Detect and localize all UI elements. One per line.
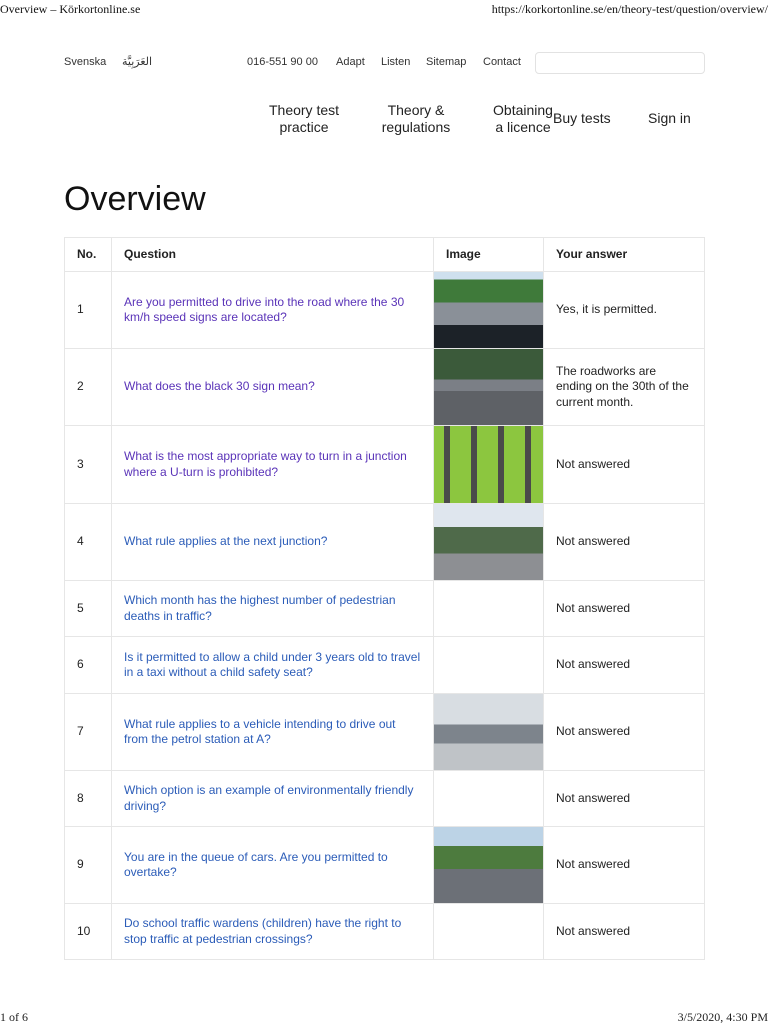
- lang-arabic-link[interactable]: العَرَبِيَّة: [122, 55, 152, 68]
- question-image: [434, 349, 543, 425]
- table-row: 4 What rule applies at the next junction…: [64, 503, 705, 581]
- nav-obtaining-licence[interactable]: Obtaining a licence: [492, 102, 554, 136]
- question-image: [434, 272, 543, 348]
- your-answer: Not answered: [543, 503, 705, 581]
- question-number: 3: [64, 425, 112, 504]
- print-datetime: 3/5/2020, 4:30 PM: [677, 1010, 768, 1024]
- contact-link[interactable]: Contact: [483, 56, 521, 68]
- table-row: 7 What rule applies to a vehicle intendi…: [64, 693, 705, 771]
- question-number: 8: [64, 770, 112, 827]
- question-number: 7: [64, 693, 112, 771]
- nav-label: practice: [279, 119, 329, 135]
- question-number: 9: [64, 826, 112, 904]
- col-header-answer: Your answer: [543, 237, 705, 272]
- question-link[interactable]: Which month has the highest number of pe…: [124, 593, 396, 623]
- your-answer: Not answered: [543, 826, 705, 904]
- question-number: 5: [64, 580, 112, 637]
- question-link[interactable]: Are you permitted to drive into the road…: [124, 295, 404, 325]
- your-answer: Not answered: [543, 425, 705, 504]
- your-answer: Not answered: [543, 636, 705, 694]
- listen-link[interactable]: Listen: [381, 56, 410, 68]
- overview-table: No. Question Image Your answer 1 Are you…: [64, 237, 705, 960]
- question-link[interactable]: Which option is an example of environmen…: [124, 783, 413, 813]
- col-header-image: Image: [433, 237, 544, 272]
- table-row: 6 Is it permitted to allow a child under…: [64, 636, 705, 694]
- question-link[interactable]: What is the most appropriate way to turn…: [124, 449, 407, 479]
- question-image: [434, 426, 543, 503]
- nav-sign-in[interactable]: Sign in: [648, 110, 691, 127]
- table-row: 2 What does the black 30 sign mean? The …: [64, 348, 705, 426]
- browser-url: https://korkortonline.se/en/theory-test/…: [491, 2, 768, 16]
- nav-theory-test-practice[interactable]: Theory test practice: [266, 102, 342, 136]
- nav-label: a licence: [495, 119, 551, 135]
- question-link[interactable]: Do school traffic wardens (children) hav…: [124, 916, 401, 946]
- col-header-no: No.: [64, 237, 112, 272]
- sitemap-link[interactable]: Sitemap: [426, 56, 466, 68]
- nav-label: Theory &: [387, 102, 445, 118]
- nav-theory-regulations[interactable]: Theory & regulations: [378, 102, 454, 136]
- question-number: 10: [64, 903, 112, 960]
- your-answer: Not answered: [543, 693, 705, 771]
- table-row: 9 You are in the queue of cars. Are you …: [64, 826, 705, 904]
- question-link[interactable]: Is it permitted to allow a child under 3…: [124, 650, 420, 680]
- question-image: [434, 504, 543, 580]
- question-link[interactable]: What rule applies to a vehicle intending…: [124, 717, 396, 747]
- lang-svenska-link[interactable]: Svenska: [64, 56, 106, 68]
- page-title: Overview: [64, 180, 206, 218]
- nav-label: regulations: [381, 119, 451, 135]
- your-answer: Not answered: [543, 580, 705, 637]
- question-number: 4: [64, 503, 112, 581]
- table-row: 5 Which month has the highest number of …: [64, 580, 705, 637]
- question-link[interactable]: You are in the queue of cars. Are you pe…: [124, 850, 388, 880]
- nav-label: Theory test: [268, 102, 340, 118]
- question-image: [434, 827, 543, 903]
- question-number: 2: [64, 348, 112, 426]
- your-answer: Not answered: [543, 903, 705, 960]
- table-row: 10 Do school traffic wardens (children) …: [64, 903, 705, 960]
- your-answer: Not answered: [543, 770, 705, 827]
- page-number: 1 of 6: [0, 1010, 28, 1024]
- adapt-link[interactable]: Adapt: [336, 56, 365, 68]
- your-answer: Yes, it is permitted.: [543, 271, 705, 349]
- question-number: 1: [64, 271, 112, 349]
- col-header-question: Question: [111, 237, 434, 272]
- question-image: [434, 694, 543, 770]
- search-input[interactable]: [535, 52, 705, 74]
- question-number: 6: [64, 636, 112, 694]
- question-link[interactable]: What rule applies at the next junction?: [124, 534, 327, 548]
- phone-link[interactable]: 016-551 90 00: [247, 56, 318, 68]
- question-link[interactable]: What does the black 30 sign mean?: [124, 379, 315, 393]
- browser-title: Overview – Körkortonline.se: [0, 2, 141, 16]
- table-row: 8 Which option is an example of environm…: [64, 770, 705, 827]
- nav-label: Obtaining: [493, 102, 553, 118]
- nav-buy-tests[interactable]: Buy tests: [553, 110, 611, 127]
- table-row: 1 Are you permitted to drive into the ro…: [64, 271, 705, 349]
- table-row: 3 What is the most appropriate way to tu…: [64, 425, 705, 504]
- your-answer: The roadworks are ending on the 30th of …: [543, 348, 705, 426]
